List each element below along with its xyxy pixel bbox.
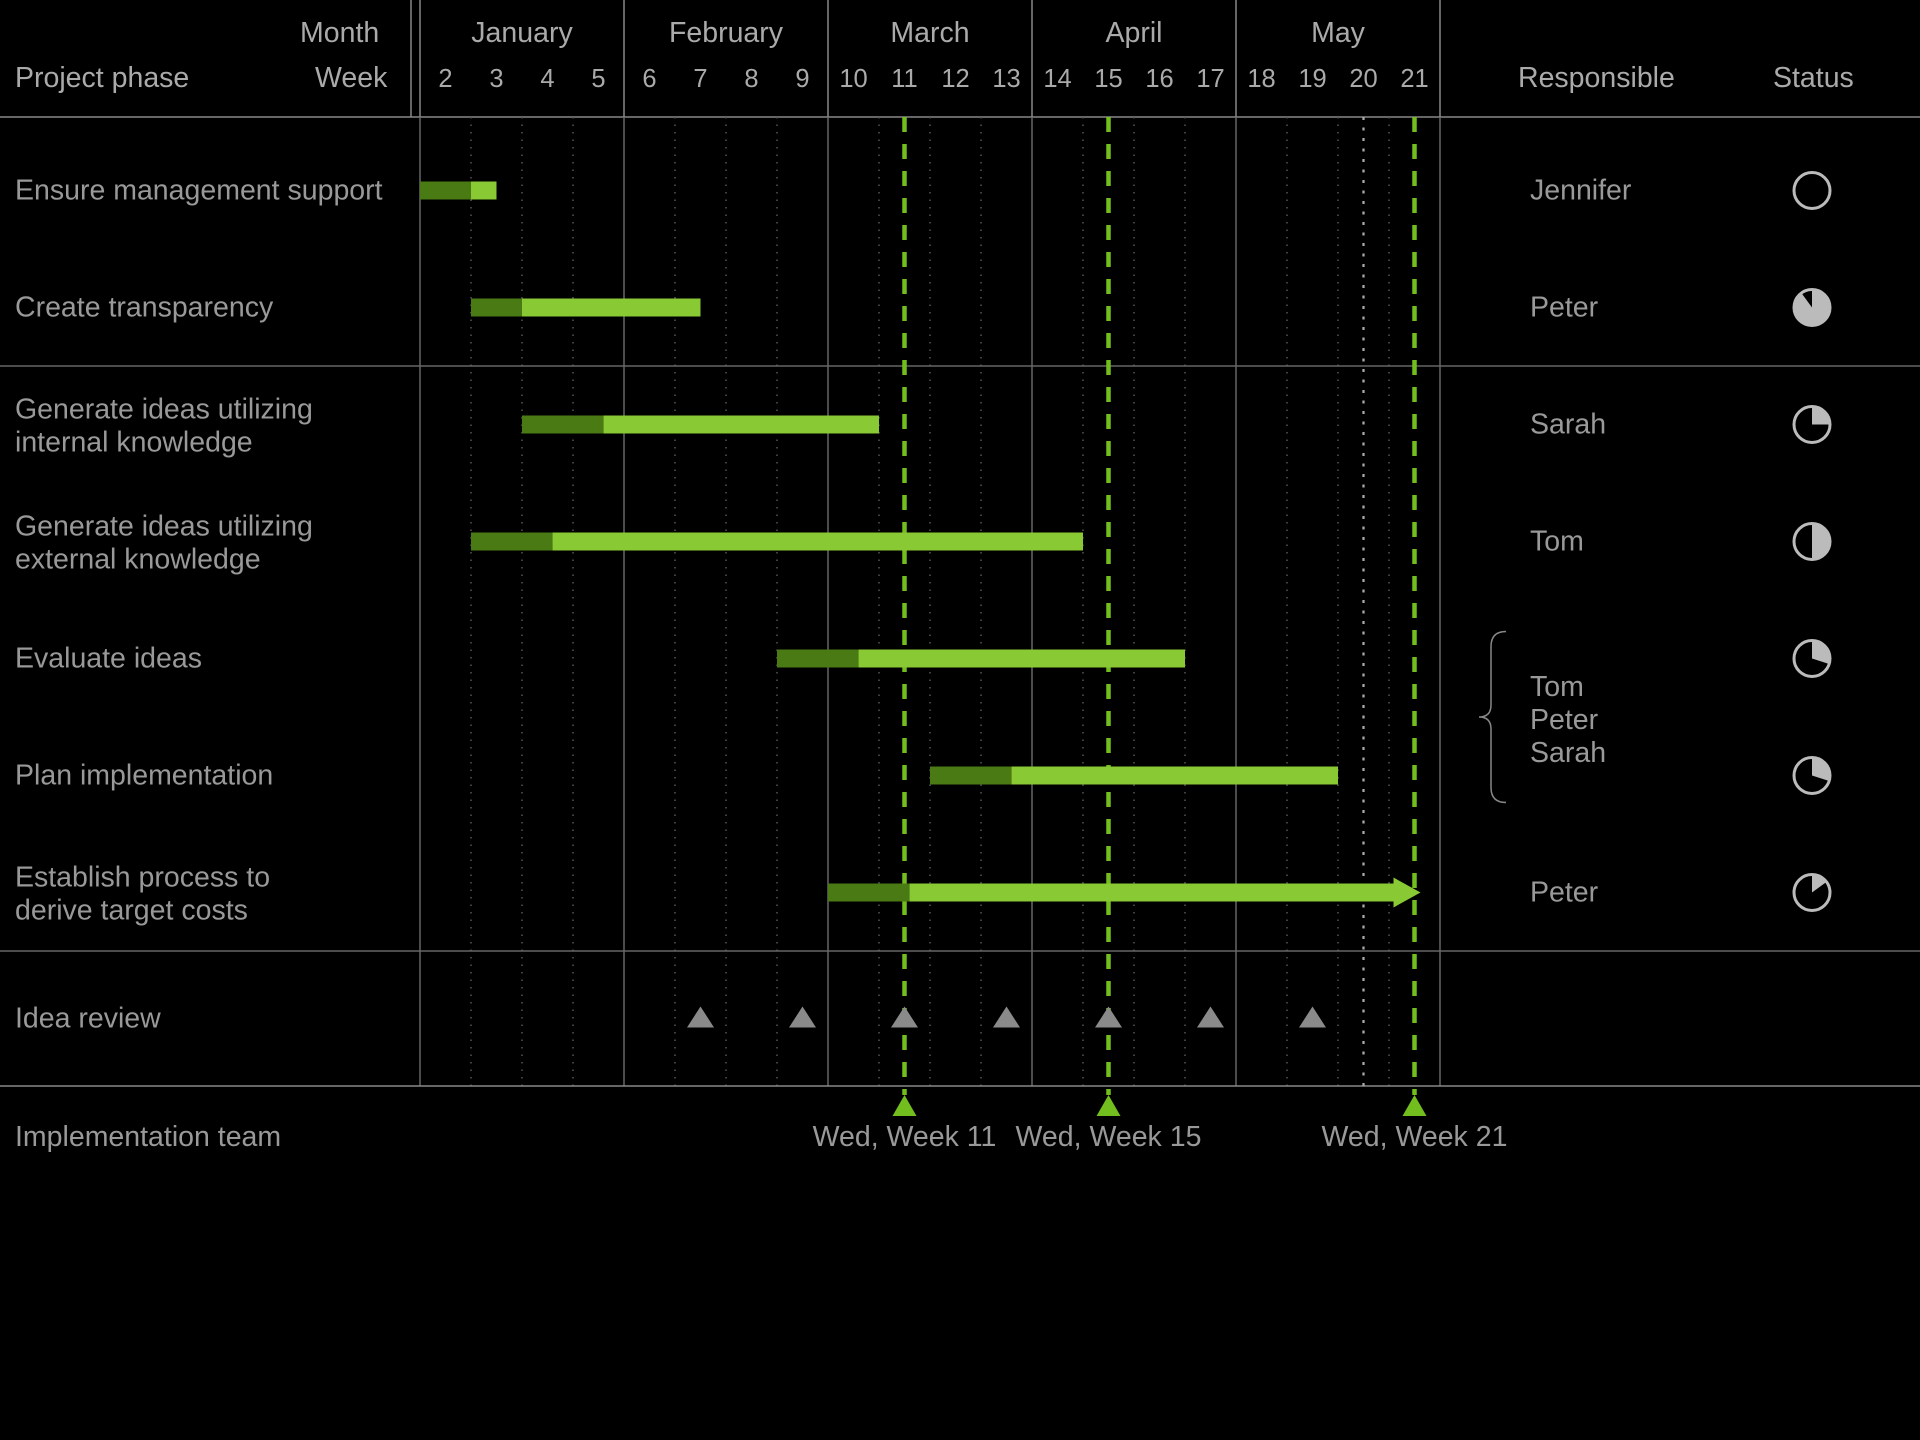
milestone-label: Wed, Week 15	[1016, 1121, 1202, 1153]
review-marker-icon	[891, 1007, 918, 1028]
review-marker-icon	[993, 1007, 1020, 1028]
svg-text:7: 7	[693, 65, 707, 93]
milestone-label: Wed, Week 11	[813, 1121, 997, 1153]
svg-text:February: February	[669, 17, 784, 49]
task-label: Generate ideas utilizing	[15, 394, 313, 426]
responsible-label: Peter	[1530, 877, 1599, 909]
milestone-row-label: Implementation team	[15, 1121, 281, 1153]
review-marker-icon	[1299, 1007, 1326, 1028]
task-label: Establish process to	[15, 862, 270, 894]
svg-text:May: May	[1311, 17, 1366, 49]
gantt-bar	[828, 884, 1394, 902]
responsible-label: Jennifer	[1530, 175, 1632, 207]
svg-text:Project phase: Project phase	[15, 62, 189, 94]
status-icon	[1794, 173, 1830, 209]
review-row-label: Idea review	[15, 1003, 161, 1035]
svg-text:Responsible: Responsible	[1518, 62, 1675, 94]
task-label: Evaluate ideas	[15, 643, 202, 675]
svg-text:16: 16	[1145, 65, 1173, 93]
task-label: internal knowledge	[15, 427, 253, 459]
task-label: Plan implementation	[15, 760, 273, 792]
responsible-label: Sarah	[1530, 409, 1606, 441]
svg-text:10: 10	[839, 65, 867, 93]
review-marker-icon	[687, 1007, 714, 1028]
svg-text:March: March	[890, 17, 969, 49]
task-label: external knowledge	[15, 544, 261, 576]
gantt-bar	[471, 533, 1083, 551]
svg-text:Status: Status	[1773, 62, 1854, 94]
svg-text:15: 15	[1094, 65, 1122, 93]
svg-text:19: 19	[1298, 65, 1326, 93]
svg-text:12: 12	[941, 65, 969, 93]
milestone-label: Wed, Week 21	[1322, 1121, 1508, 1153]
responsible-label: Peter	[1530, 292, 1599, 324]
svg-text:11: 11	[891, 65, 917, 93]
gantt-chart: Month Week Project phase Responsible Status J…	[0, 0, 1920, 1440]
task-label: Ensure management support	[15, 175, 383, 207]
responsible-label: Tom	[1530, 526, 1584, 558]
svg-text:3: 3	[489, 65, 503, 93]
svg-text:2: 2	[438, 65, 452, 93]
svg-text:April: April	[1105, 17, 1162, 49]
responsible-label: Sarah	[1530, 737, 1606, 769]
review-marker-icon	[789, 1007, 816, 1028]
svg-text:18: 18	[1247, 65, 1275, 93]
task-label: derive target costs	[15, 895, 248, 927]
svg-text:14: 14	[1043, 65, 1071, 93]
review-marker-icon	[1095, 1007, 1122, 1028]
svg-text:21: 21	[1400, 65, 1428, 93]
brace-icon	[1479, 632, 1506, 803]
review-marker-icon	[1197, 1007, 1224, 1028]
svg-text:Week: Week	[315, 62, 388, 94]
svg-text:6: 6	[642, 65, 656, 93]
svg-text:January: January	[471, 17, 573, 49]
svg-text:4: 4	[540, 65, 554, 93]
svg-text:17: 17	[1196, 65, 1224, 93]
svg-text:13: 13	[992, 65, 1020, 93]
responsible-label: Tom	[1530, 671, 1584, 703]
svg-text:5: 5	[591, 65, 605, 93]
task-label: Generate ideas utilizing	[15, 511, 313, 543]
svg-text:20: 20	[1349, 65, 1377, 93]
responsible-label: Peter	[1530, 704, 1599, 736]
svg-text:8: 8	[744, 65, 758, 93]
svg-text:Month: Month	[300, 17, 379, 49]
svg-text:9: 9	[795, 65, 809, 93]
task-label: Create transparency	[15, 292, 274, 324]
